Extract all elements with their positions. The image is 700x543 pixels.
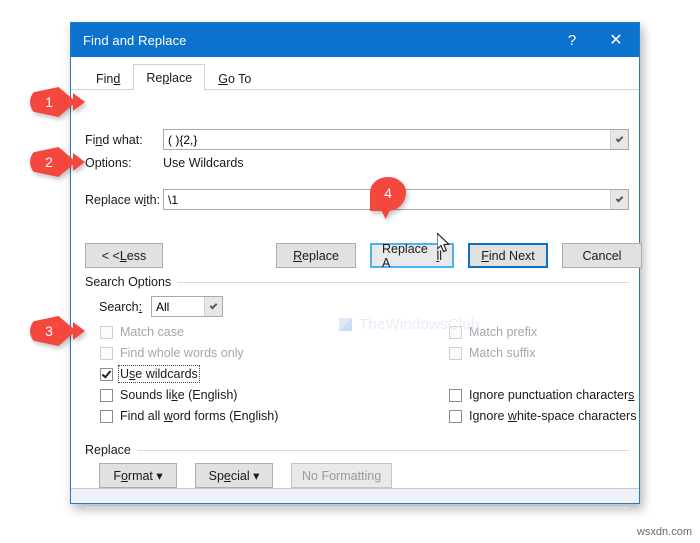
- search-scope-row: Search: All: [99, 296, 223, 317]
- callout-number: 1: [45, 94, 53, 110]
- checkbox-ignore-whitespace[interactable]: Ignore white-space characters: [449, 409, 636, 423]
- checkbox-find-whole-words-only[interactable]: Find whole words only: [100, 346, 244, 360]
- checkbox-box: [449, 409, 462, 423]
- callout-badge-1: 1: [30, 87, 85, 117]
- search-scope-label: Search:: [99, 299, 143, 314]
- mouse-cursor-icon: [437, 233, 450, 253]
- checkbox-box: [449, 388, 462, 402]
- special-button[interactable]: Sp e cial ▾: [195, 463, 273, 488]
- checkbox-use-wildcards[interactable]: Use wildcards: [100, 365, 200, 383]
- find-what-input[interactable]: ( ){2,}: [164, 130, 610, 149]
- tab-find[interactable]: Find: [83, 66, 133, 90]
- find-what-dropdown-button[interactable]: [610, 130, 628, 149]
- checkbox-ignore-punctuation[interactable]: Ignore punctuation characters: [449, 388, 634, 402]
- find-what-combobox[interactable]: ( ){2,}: [163, 129, 629, 150]
- checkbox-sounds-like[interactable]: Sounds like (English): [100, 388, 237, 402]
- search-scope-dropdown-button[interactable]: [204, 297, 222, 316]
- options-row: Options: Use Wildcards: [85, 156, 629, 170]
- action-buttons: Replace Replace All Find Next Cancel: [276, 242, 642, 270]
- checkbox-box: [100, 325, 113, 339]
- callout-badge-3: 3: [30, 316, 85, 346]
- callout-number: 2: [45, 154, 53, 170]
- chevron-down-icon: ▾: [253, 469, 260, 483]
- close-icon[interactable]: ✕: [593, 23, 639, 57]
- tab-goto[interactable]: Go To: [205, 66, 264, 90]
- checkbox-match-suffix[interactable]: Match suffix: [449, 346, 535, 360]
- options-value: Use Wildcards: [163, 156, 244, 170]
- checkbox-label: Match prefix: [469, 325, 538, 339]
- checkbox-label: Ignore punctuation characters: [469, 388, 635, 402]
- callout-number: 4: [384, 185, 392, 201]
- watermark-logo-icon: [339, 318, 352, 331]
- group-divider: [136, 449, 629, 451]
- callout-badge-4: 4: [370, 177, 406, 219]
- replace-button[interactable]: Replace: [276, 243, 356, 268]
- format-buttons-row: Fo rmat ▾ Sp e cial ▾ No Formatting: [99, 463, 393, 488]
- tab-replace-label: Replace: [146, 70, 193, 85]
- dialog-body: Find Replace Go To Find what: ( ){2,} Op…: [71, 57, 642, 508]
- replace-group-header: Replace: [85, 443, 629, 457]
- tab-replace[interactable]: Replace: [133, 64, 206, 90]
- chevron-down-icon: [209, 301, 218, 309]
- replace-with-row: Replace with: \1: [85, 189, 629, 210]
- checkbox-label: Sounds like (English): [120, 388, 238, 402]
- tab-strip: Find Replace Go To: [71, 64, 639, 90]
- find-what-label: Find what:: [85, 132, 143, 147]
- bottom-divider: [85, 507, 629, 508]
- checkbox-label: Ignore white-space characters: [469, 409, 637, 423]
- checkbox-box: [449, 325, 462, 339]
- format-button[interactable]: Fo rmat ▾: [99, 463, 177, 488]
- search-options-group-header: Search Options: [85, 275, 629, 289]
- replace-with-label: Replace with:: [85, 192, 161, 207]
- checkbox-label: Find whole words only: [120, 346, 244, 360]
- checkbox-match-case[interactable]: Match case: [100, 325, 184, 339]
- checkbox-box: [100, 409, 113, 423]
- checkbox-box: [100, 346, 113, 360]
- title-bar[interactable]: Find and Replace ? ✕: [71, 23, 639, 57]
- chevron-down-icon: [615, 194, 624, 202]
- tab-goto-label: Go To: [218, 71, 252, 86]
- search-scope-combobox[interactable]: All: [151, 296, 223, 317]
- search-scope-value[interactable]: All: [152, 297, 204, 316]
- less-button-wrap: < < Less: [85, 243, 163, 268]
- check-icon: [101, 367, 112, 379]
- cancel-button[interactable]: Cancel: [562, 243, 642, 268]
- no-formatting-button: No Formatting: [291, 463, 393, 488]
- checkbox-label: Find all word forms (English): [120, 409, 279, 423]
- find-what-row: Find what: ( ){2,}: [85, 129, 629, 150]
- checkbox-label: Use wildcards: [118, 365, 200, 383]
- replace-group-title: Replace: [85, 443, 131, 457]
- checkbox-label: Match case: [120, 325, 184, 339]
- callout-badge-2: 2: [30, 147, 85, 177]
- checkbox-box: [100, 388, 113, 402]
- tab-find-label: Find: [96, 71, 121, 86]
- search-options-title: Search Options: [85, 275, 172, 289]
- checkbox-box: [100, 367, 113, 381]
- chevron-down-icon: ▾: [156, 469, 163, 483]
- checkbox-label: Match suffix: [469, 346, 536, 360]
- dialog-footer-strip: [71, 489, 639, 503]
- help-icon[interactable]: ?: [551, 23, 593, 57]
- checkbox-find-all-word-forms[interactable]: Find all word forms (English): [100, 409, 278, 423]
- find-and-replace-dialog: Find and Replace ? ✕ Find Replace Go To …: [70, 22, 642, 508]
- callout-number: 3: [45, 323, 53, 339]
- chevron-down-icon: [615, 134, 624, 142]
- options-label: Options:: [85, 156, 132, 170]
- checkbox-match-prefix[interactable]: Match prefix: [449, 325, 537, 339]
- page-source-watermark: wsxdn.com: [636, 526, 692, 538]
- replace-with-dropdown-button[interactable]: [610, 190, 628, 209]
- checkbox-box: [449, 346, 462, 360]
- less-button[interactable]: < < Less: [85, 243, 163, 268]
- find-next-button[interactable]: Find Next: [468, 243, 548, 268]
- window-title: Find and Replace: [83, 32, 187, 48]
- group-divider: [177, 281, 629, 283]
